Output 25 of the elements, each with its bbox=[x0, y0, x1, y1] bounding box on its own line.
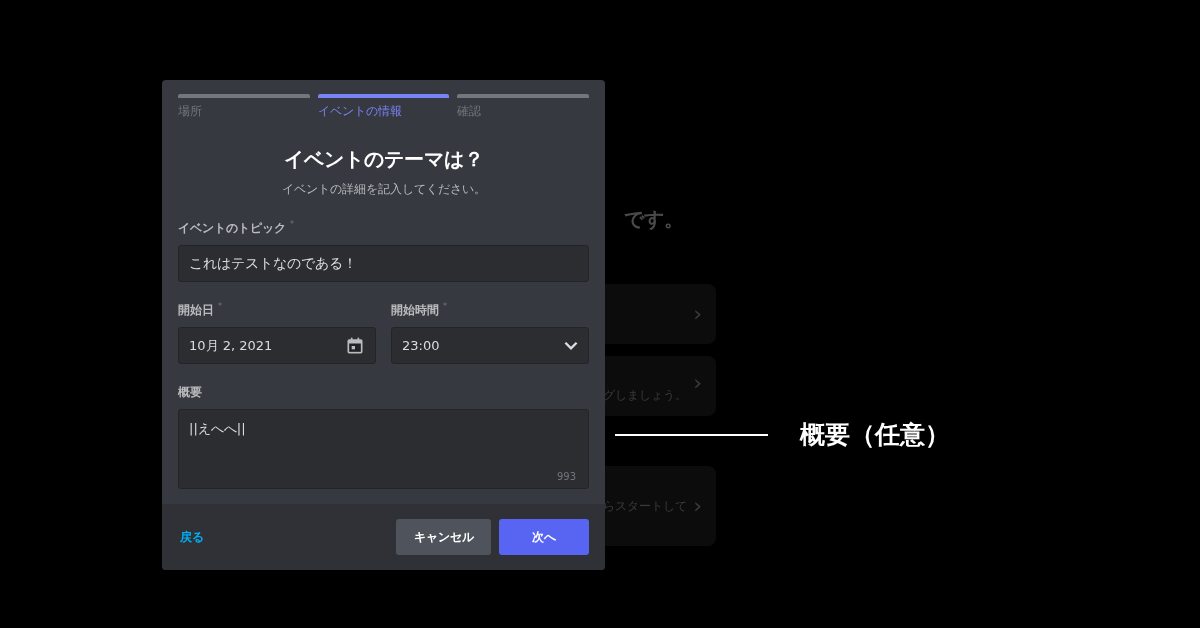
step-tab[interactable]: イベントの情報 bbox=[317, 94, 450, 120]
field-label: 概要 bbox=[178, 384, 202, 401]
field-label: 開始時間 bbox=[391, 302, 439, 319]
annotation-label: 概要（任意） bbox=[800, 419, 950, 451]
field-label: 開始日 bbox=[178, 302, 214, 319]
dialog-subtitle: イベントの詳細を記入してください。 bbox=[280, 181, 487, 198]
dialog-title: イベントのテーマは？ bbox=[282, 146, 485, 173]
description-input[interactable]: ||えへへ|| 993 bbox=[178, 409, 589, 489]
cancel-button[interactable]: キャンセル bbox=[396, 519, 491, 555]
required-mark: * bbox=[218, 302, 222, 311]
heading-text: です。 bbox=[624, 206, 685, 233]
next-button[interactable]: 次へ bbox=[499, 519, 589, 555]
time-dropdown[interactable]: 23:00 bbox=[391, 327, 589, 364]
chevron-icon: › bbox=[693, 303, 702, 325]
chevron-down-icon bbox=[564, 341, 578, 350]
field-label: イベントのトピック bbox=[178, 220, 286, 237]
back-link[interactable]: 戻る bbox=[180, 528, 204, 546]
calendar-icon bbox=[345, 335, 365, 356]
required-mark: * bbox=[290, 220, 294, 229]
date-picker[interactable]: 10月 2, 2021 bbox=[178, 327, 376, 364]
chevron-icon: › bbox=[693, 372, 702, 394]
required-mark: * bbox=[443, 302, 447, 311]
step-tab[interactable]: 場所 bbox=[178, 94, 310, 120]
topic-input[interactable]: これはテストなのである！ bbox=[178, 245, 589, 282]
chevron-icon: › bbox=[693, 495, 702, 517]
